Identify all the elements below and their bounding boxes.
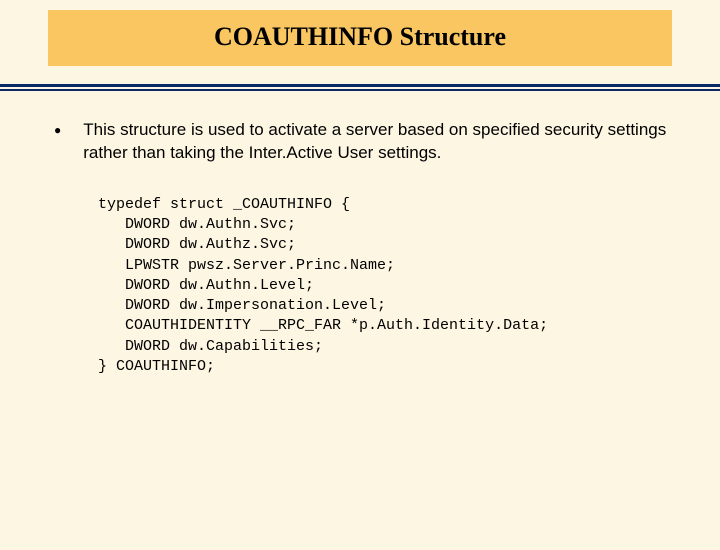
divider-line-thick — [0, 84, 720, 87]
slide-title: COAUTHINFO Structure — [58, 22, 662, 52]
bullet-icon: ● — [48, 119, 61, 141]
content-area: ● This structure is used to activate a s… — [0, 91, 720, 377]
bullet-item: ● This structure is used to activate a s… — [48, 119, 672, 165]
bullet-text: This structure is used to activate a ser… — [83, 119, 672, 165]
code-block: typedef struct _COAUTHINFO { DWORD dw.Au… — [98, 195, 672, 377]
title-bar: COAUTHINFO Structure — [48, 10, 672, 66]
divider — [0, 84, 720, 91]
